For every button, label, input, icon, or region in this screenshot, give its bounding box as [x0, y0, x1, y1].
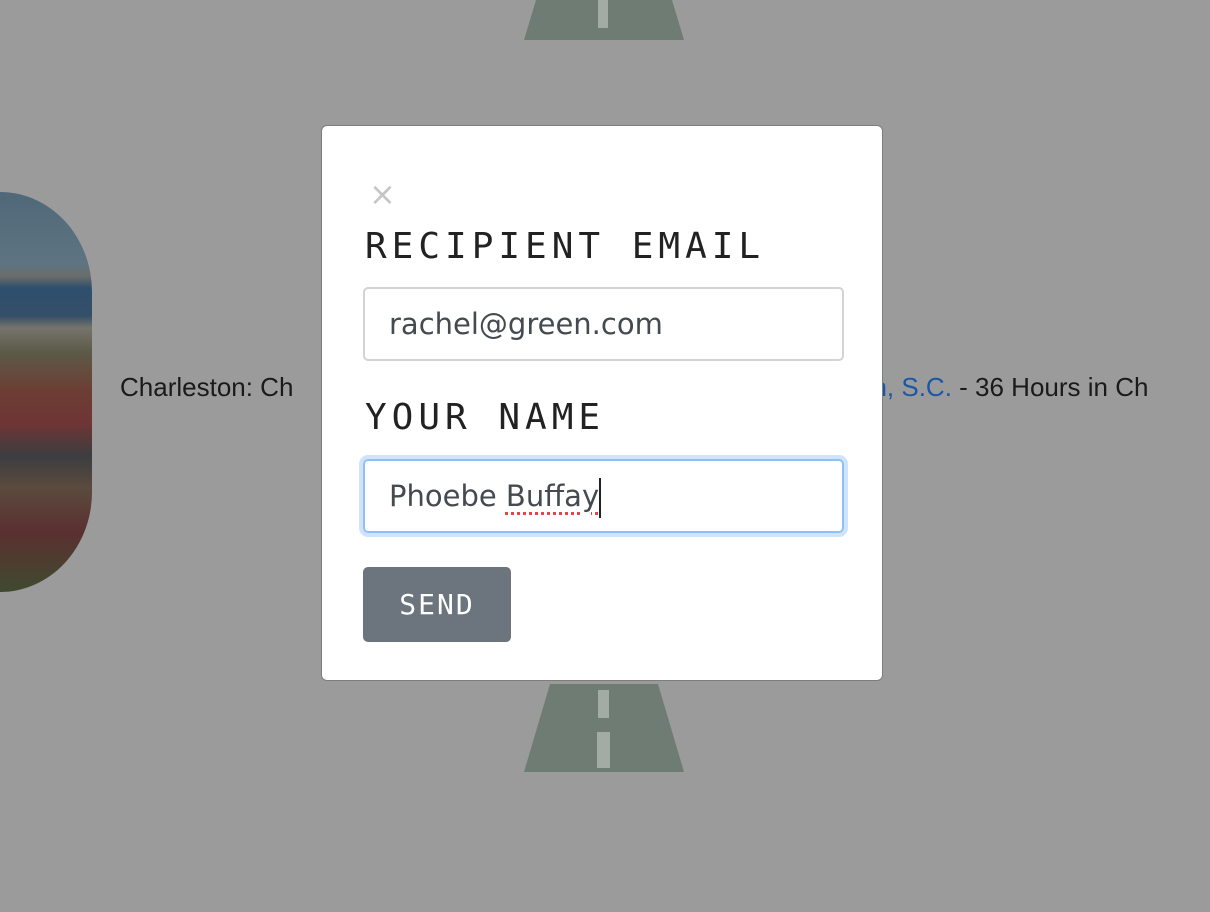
caption-suffix: - 36 Hours in Ch [951, 372, 1149, 402]
your-name-input[interactable]: Phoebe Buffay [363, 459, 844, 533]
article-caption-right: on, S.C. - 36 Hours in Ch [858, 372, 1148, 403]
text-caret [599, 478, 602, 518]
road-icon-bottom [524, 684, 684, 772]
name-value-last: Buffay [505, 479, 600, 513]
recipient-email-value: rachel@green.com [389, 307, 663, 341]
recipient-email-label: RECIPIENT EMAIL [365, 226, 766, 267]
recipient-email-input[interactable]: rachel@green.com [363, 287, 844, 361]
share-email-modal: × RECIPIENT EMAIL rachel@green.com YOUR … [321, 125, 883, 681]
send-button[interactable]: SEND [363, 567, 511, 642]
your-name-label: YOUR NAME [365, 397, 606, 438]
name-value-first: Phoebe [389, 479, 506, 513]
road-icon-top [524, 0, 684, 40]
caption-text: Charleston: Ch [120, 372, 294, 402]
article-caption: Charleston: Ch [120, 372, 293, 403]
close-icon[interactable]: × [369, 178, 396, 210]
charleston-photo[interactable] [0, 192, 92, 592]
